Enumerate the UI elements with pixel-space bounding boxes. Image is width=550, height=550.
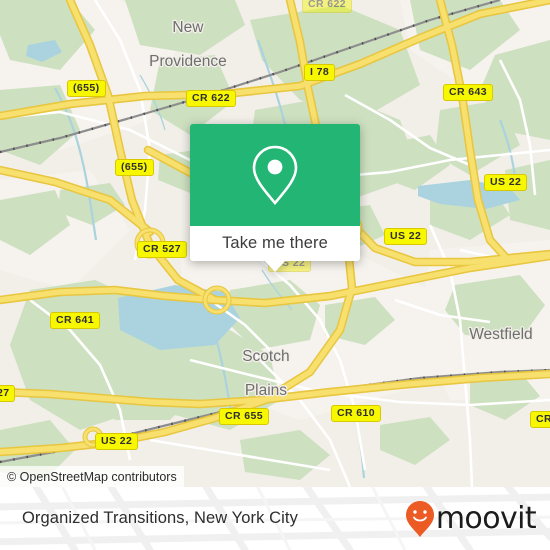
place-label-line2: Providence — [149, 53, 227, 70]
shield-label: CR 527 — [143, 243, 182, 255]
road-shield-cr655[interactable]: CR 655 — [219, 408, 270, 425]
place-label-westfield: Westfield — [438, 309, 538, 360]
shield-label: CR 643 — [449, 86, 488, 98]
place-label-line1: Scotch — [242, 348, 290, 365]
osm-attribution[interactable]: © OpenStreetMap contributors — [0, 466, 184, 487]
shield-label: US 22 — [490, 176, 522, 188]
road-shield-655-lower[interactable]: (655) — [115, 159, 154, 176]
shield-label: (655) — [121, 161, 148, 173]
shield-label: (655) — [73, 82, 100, 94]
shield-label: CR 655 — [225, 410, 264, 422]
map-pin-icon — [252, 145, 298, 206]
osm-attribution-text: © OpenStreetMap contributors — [7, 469, 177, 484]
shield-label: CR 622 — [308, 0, 347, 10]
moovit-brand[interactable]: moovit — [405, 500, 537, 538]
road-shield-i78[interactable]: I 78 — [304, 64, 336, 81]
road-shield-cr610[interactable]: CR 610 — [331, 405, 382, 422]
shield-label: US 22 — [101, 435, 133, 447]
screenshot-root: New Providence Westfield Scotch Plains C… — [0, 0, 550, 550]
shield-label: CR — [536, 413, 550, 425]
callout-action[interactable]: Take me there — [190, 226, 360, 272]
road-shield-us22-southwest[interactable]: US 22 — [95, 433, 139, 450]
place-label-line1: New — [172, 19, 204, 36]
place-label-line2: Plains — [244, 382, 288, 399]
map-canvas[interactable]: New Providence Westfield Scotch Plains C… — [0, 0, 550, 487]
road-shield-cr-edge[interactable]: CR — [530, 411, 550, 428]
road-shield-cr622-top[interactable]: CR 622 — [302, 0, 353, 13]
shield-label: CR 610 — [337, 407, 376, 419]
shield-label: US 22 — [390, 230, 422, 242]
moovit-pin-icon — [405, 500, 434, 537]
destination-callout-card[interactable]: Take me there — [190, 124, 360, 272]
road-shield-us22-east[interactable]: US 22 — [484, 174, 528, 191]
road-shield-cr527[interactable]: CR 527 — [137, 241, 188, 258]
shield-label: I 78 — [310, 66, 330, 78]
road-shield-cr641[interactable]: CR 641 — [50, 312, 101, 329]
callout-tail-pointer — [264, 260, 286, 272]
place-label-scotch-plains: Scotch Plains — [208, 331, 298, 416]
place-label-new-providence: New Providence — [120, 2, 230, 87]
take-me-there-label: Take me there — [222, 234, 328, 252]
shield-label: 27 — [0, 387, 10, 399]
shield-label: CR 641 — [56, 314, 95, 326]
road-shield-27-edge[interactable]: 27 — [0, 385, 16, 402]
road-shield-us22-mid[interactable]: US 22 — [384, 228, 428, 245]
moovit-wordmark: moovit — [435, 500, 537, 536]
place-label-line1: Westfield — [469, 326, 533, 343]
road-shield-655-upper[interactable]: (655) — [67, 80, 106, 97]
shield-label: CR 622 — [192, 92, 231, 104]
footer-bar: Organized Transitions, New York City moo… — [0, 487, 550, 550]
road-shield-cr622[interactable]: CR 622 — [186, 90, 237, 107]
road-shield-cr643[interactable]: CR 643 — [443, 84, 494, 101]
callout-header — [190, 124, 360, 226]
location-title: Organized Transitions, New York City — [22, 509, 298, 527]
footer-content: Organized Transitions, New York City moo… — [0, 487, 550, 550]
